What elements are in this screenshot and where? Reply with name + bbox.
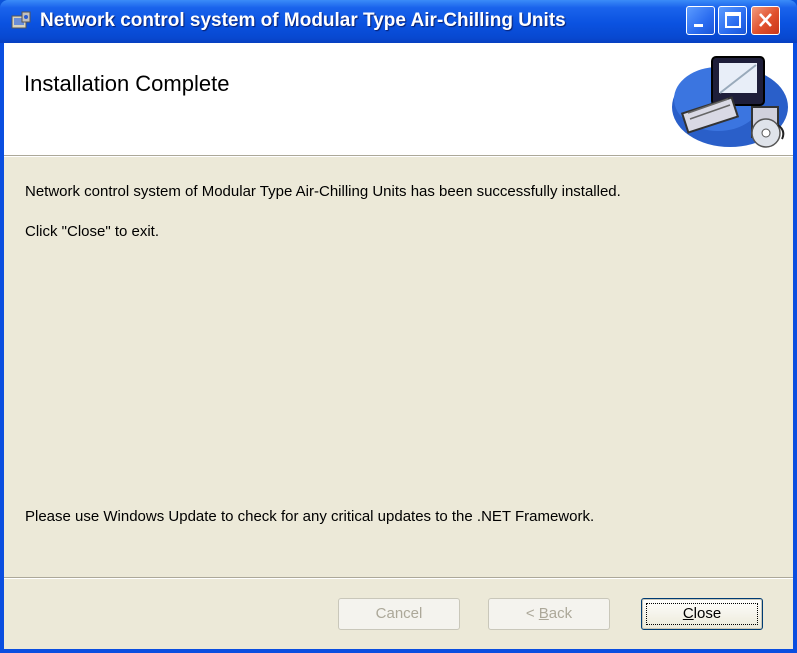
close-icon: [759, 13, 772, 27]
cancel-button[interactable]: Cancel: [338, 598, 460, 630]
title-bar[interactable]: Network control system of Modular Type A…: [0, 0, 797, 43]
footer-divider-highlight: [4, 578, 793, 579]
maximize-button[interactable]: [718, 6, 747, 35]
installer-window: Network control system of Modular Type A…: [0, 0, 797, 653]
window-frame-right: [793, 43, 797, 653]
window-title: Network control system of Modular Type A…: [40, 10, 566, 31]
update-notice: Please use Windows Update to check for a…: [25, 508, 595, 525]
dialog-client-area: Installation Complete Network control sy…: [4, 43, 793, 649]
exit-instruction: Click "Close" to exit.: [25, 223, 160, 240]
close-window-button[interactable]: [751, 6, 780, 35]
back-button-label: ack: [548, 605, 573, 622]
cancel-button-label: Cancel: [375, 605, 423, 622]
window-frame-bottom: [0, 649, 797, 653]
minimize-icon: [694, 24, 703, 27]
back-button-accesskey: B: [538, 605, 549, 622]
maximize-icon: [725, 12, 741, 28]
computer-setup-icon: [672, 56, 788, 148]
close-button[interactable]: Close: [641, 598, 763, 630]
success-message: Network control system of Modular Type A…: [25, 183, 621, 200]
focus-rectangle: [646, 603, 758, 625]
back-button[interactable]: < Back: [488, 598, 610, 630]
banner-divider: [4, 156, 793, 157]
back-button-prefix: <: [525, 605, 539, 622]
header-banner: Installation Complete: [4, 43, 793, 156]
minimize-button[interactable]: [686, 6, 715, 35]
installer-icon: [11, 11, 31, 29]
page-title: Installation Complete: [24, 71, 230, 96]
